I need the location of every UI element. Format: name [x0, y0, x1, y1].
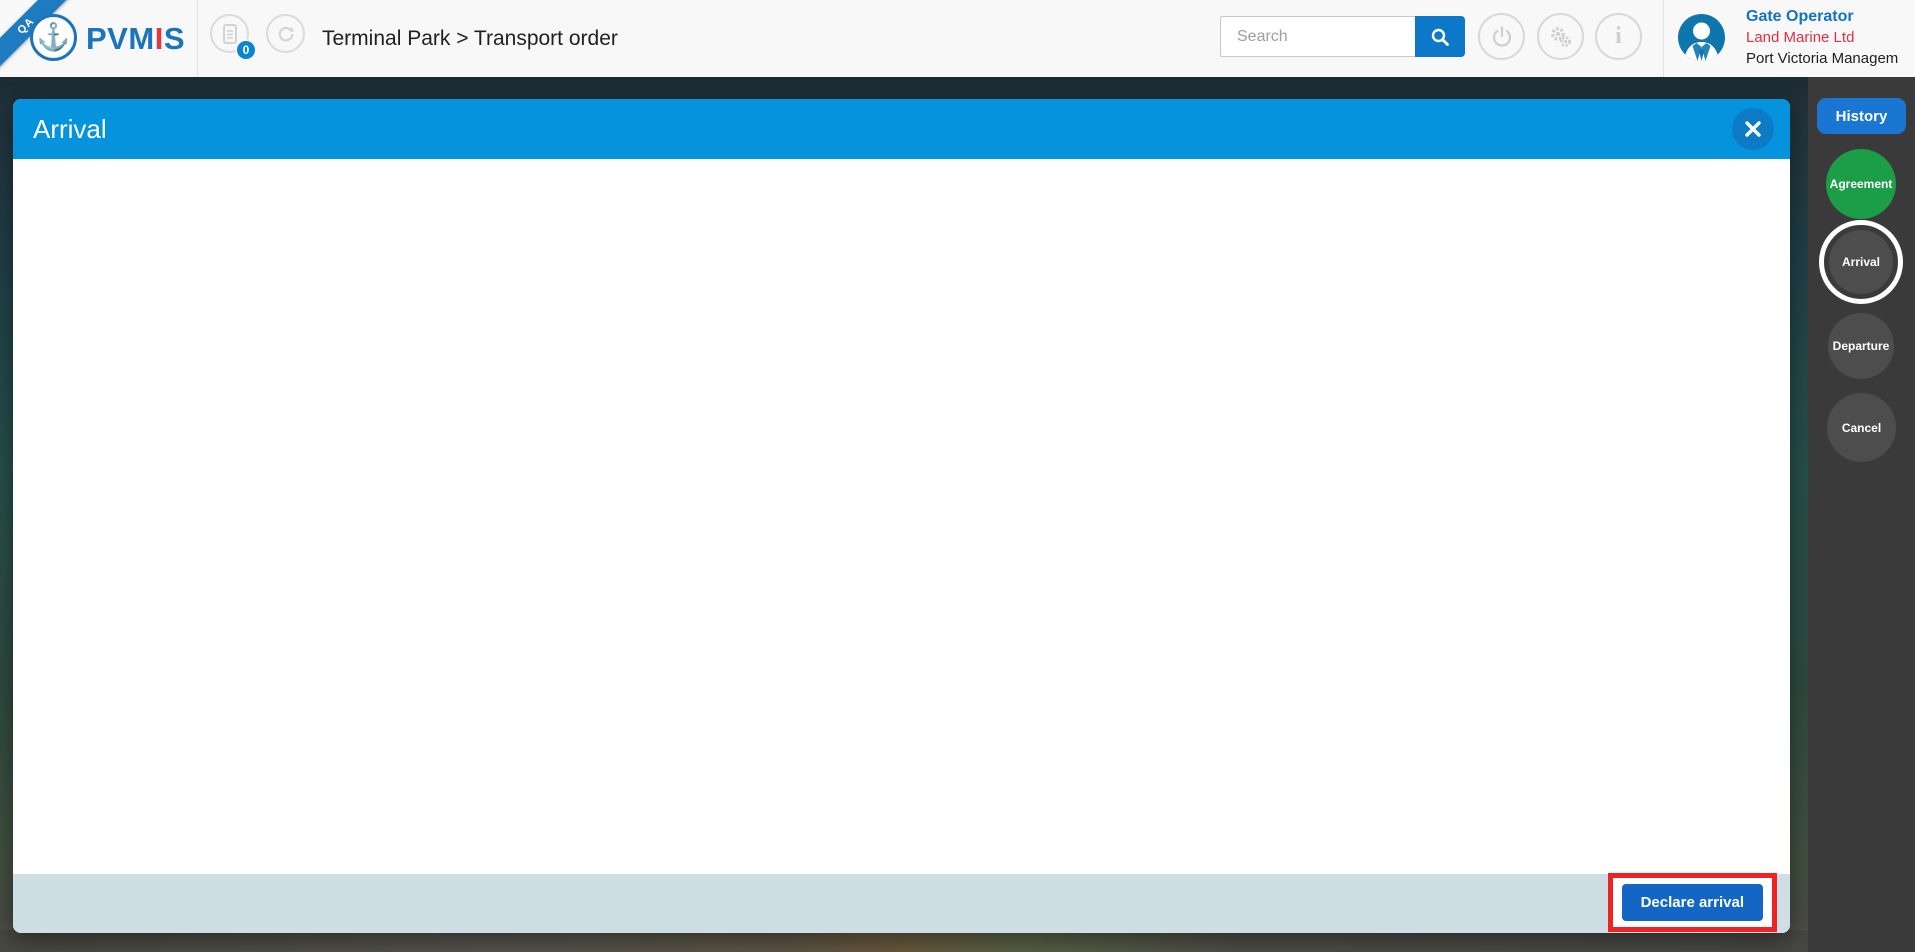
search-input[interactable] — [1220, 16, 1415, 57]
screen: QA ⚓ PVM I S 0 Terminal Park > Transport o… — [0, 0, 1915, 952]
app-logo[interactable]: ⚓ — [30, 14, 77, 61]
user-avatar[interactable] — [1678, 14, 1725, 61]
arrival-dialog: Arrival Declare arrival — [13, 99, 1790, 933]
dialog-header: Arrival — [13, 99, 1790, 159]
breadcrumb: Terminal Park > Transport order — [322, 26, 618, 50]
user-role: Gate Operator — [1746, 8, 1854, 25]
notification-count-badge: 0 — [235, 39, 257, 61]
settings-button[interactable] — [1537, 13, 1584, 60]
annotation-highlight-box: Declare arrival — [1607, 873, 1777, 932]
search-button[interactable] — [1415, 16, 1465, 57]
close-icon — [1745, 121, 1761, 137]
step-label: Cancel — [1841, 420, 1882, 435]
header-divider — [197, 0, 198, 77]
user-organization: Port Victoria Managem — [1746, 50, 1899, 67]
step-arrival[interactable]: Arrival — [1819, 220, 1903, 304]
info-button[interactable]: i — [1595, 13, 1642, 60]
anchor-logo-icon: ⚓ — [36, 22, 71, 52]
user-company: Land Marine Ltd — [1746, 29, 1855, 46]
logout-button[interactable] — [1478, 13, 1525, 60]
step-departure[interactable]: Departure — [1828, 313, 1894, 379]
step-agreement[interactable]: Agreement — [1826, 149, 1896, 219]
gear-icon — [1550, 26, 1571, 47]
search-icon — [1431, 28, 1449, 46]
close-button[interactable] — [1732, 108, 1774, 150]
step-arrival-inner: Arrival — [1829, 230, 1893, 294]
step-cancel[interactable]: Cancel — [1827, 393, 1896, 462]
dialog-title: Arrival — [33, 113, 107, 144]
history-button[interactable]: History — [1817, 98, 1906, 134]
dialog-body — [13, 159, 1790, 874]
workflow-sidebar: History Agreement Arrival Departure Canc… — [1808, 77, 1915, 952]
step-label: Departure — [1832, 339, 1890, 353]
declare-arrival-button[interactable]: Declare arrival — [1621, 884, 1763, 921]
user-info[interactable]: Gate Operator Land Marine Ltd Port Victo… — [1746, 6, 1915, 69]
search-form — [1220, 16, 1465, 57]
step-label: Agreement — [1829, 177, 1893, 191]
info-icon: i — [1615, 23, 1622, 49]
refresh-icon — [278, 26, 294, 41]
step-label: Arrival — [1841, 255, 1881, 269]
brand-name: PVM I S — [86, 20, 185, 56]
header-divider — [1663, 0, 1664, 77]
person-icon — [1684, 22, 1719, 61]
dialog-footer: Declare arrival — [13, 873, 1790, 933]
header-bar: QA ⚓ PVM I S 0 Terminal Park > Transport o… — [0, 0, 1915, 77]
refresh-button[interactable] — [266, 14, 305, 53]
background-road — [0, 930, 1915, 952]
document-icon — [222, 23, 237, 44]
power-icon — [1492, 25, 1511, 47]
